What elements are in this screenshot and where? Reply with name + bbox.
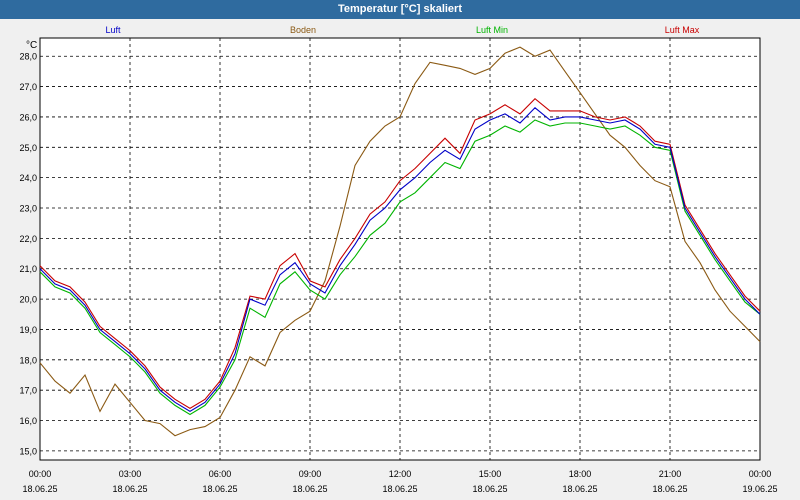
x-tick-date-label: 18.06.25 (22, 484, 57, 494)
x-tick-date-label: 19.06.25 (742, 484, 777, 494)
x-tick-time-label: 03:00 (119, 469, 142, 479)
y-tick-label: 25,0 (19, 143, 37, 153)
x-tick-time-label: 09:00 (299, 469, 322, 479)
y-tick-label: 27,0 (19, 82, 37, 92)
x-tick-date-label: 18.06.25 (562, 484, 597, 494)
y-tick-label: 18,0 (19, 355, 37, 365)
x-tick-date-label: 18.06.25 (652, 484, 687, 494)
x-tick-date-label: 18.06.25 (202, 484, 237, 494)
y-tick-label: 17,0 (19, 386, 37, 396)
x-tick-time-label: 00:00 (29, 469, 52, 479)
y-tick-label: 16,0 (19, 416, 37, 426)
x-tick-time-label: 12:00 (389, 469, 412, 479)
y-tick-label: 20,0 (19, 295, 37, 305)
x-tick-date-label: 18.06.25 (472, 484, 507, 494)
x-tick-time-label: 00:00 (749, 469, 772, 479)
y-tick-label: 19,0 (19, 325, 37, 335)
x-tick-time-label: 18:00 (569, 469, 592, 479)
y-tick-label: 28,0 (19, 52, 37, 62)
y-tick-label: 15,0 (19, 446, 37, 456)
y-tick-label: 24,0 (19, 173, 37, 183)
x-tick-time-label: 06:00 (209, 469, 232, 479)
x-tick-date-label: 18.06.25 (382, 484, 417, 494)
y-tick-label: 23,0 (19, 204, 37, 214)
x-tick-time-label: 21:00 (659, 469, 682, 479)
x-tick-date-label: 18.06.25 (112, 484, 147, 494)
x-tick-time-label: 15:00 (479, 469, 502, 479)
y-tick-label: 26,0 (19, 112, 37, 122)
x-tick-date-label: 18.06.25 (292, 484, 327, 494)
y-tick-label: 21,0 (19, 264, 37, 274)
y-tick-label: 22,0 (19, 234, 37, 244)
temperature-line-chart: 15,0 16,0 17,0 18,0 19,0 20,0 21,0 22,0 23,0 24,0… (19, 37, 778, 494)
